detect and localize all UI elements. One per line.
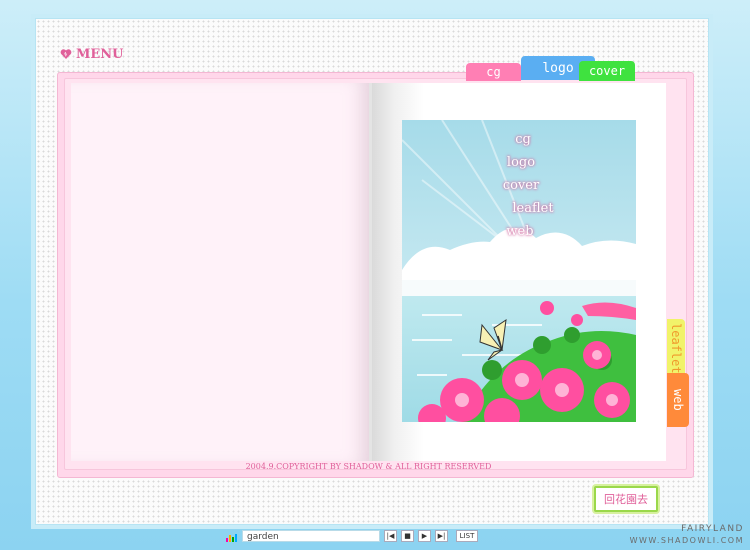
brand-name: FAIRYLAND — [681, 524, 744, 534]
copyright-notice: 2004.9.COPYRIGHT BY SHADOW & ALL RIGHT R… — [245, 462, 492, 471]
next-track-button[interactable]: ▶| — [435, 530, 448, 542]
art-link-cover[interactable]: cover — [503, 174, 539, 197]
site-branding: FAIRYLAND WWW.SHADOWLI.COM — [630, 524, 744, 546]
tab-web[interactable]: web — [667, 373, 689, 427]
tab-cover[interactable]: cover — [579, 61, 635, 81]
play-icon: ▶ — [421, 532, 428, 540]
tab-cg[interactable]: cg — [466, 63, 521, 81]
home-garden-button[interactable]: 回花園去 — [594, 486, 658, 512]
art-link-web[interactable]: web — [506, 220, 533, 243]
track-name: garden — [242, 530, 380, 542]
book-left-page — [71, 83, 370, 461]
music-player: garden |◀ ■ ▶ ▶| LIST — [226, 529, 478, 543]
play-button[interactable]: ▶ — [418, 530, 431, 542]
menu-title: MENU — [76, 46, 124, 62]
art-link-leaflet[interactable]: leaflet — [512, 197, 553, 220]
stop-icon: ■ — [404, 532, 411, 540]
brand-url: WWW.SHADOWLI.COM — [629, 536, 744, 545]
stop-button[interactable]: ■ — [401, 530, 414, 542]
book-spine — [369, 83, 372, 461]
next-icon: ▶| — [437, 532, 446, 540]
prev-icon: |◀ — [386, 532, 395, 540]
heart-icon — [60, 49, 72, 59]
tab-leaflet[interactable]: leaflet — [667, 319, 685, 377]
prev-track-button[interactable]: |◀ — [384, 530, 397, 542]
artwork-menu: cg logo cover leaflet web — [402, 128, 636, 243]
menu-heading: MENU — [60, 46, 124, 62]
playlist-button[interactable]: LIST — [456, 530, 478, 542]
art-link-cg[interactable]: cg — [515, 128, 531, 151]
art-link-logo[interactable]: logo — [507, 151, 535, 174]
equalizer-icon — [226, 530, 240, 542]
